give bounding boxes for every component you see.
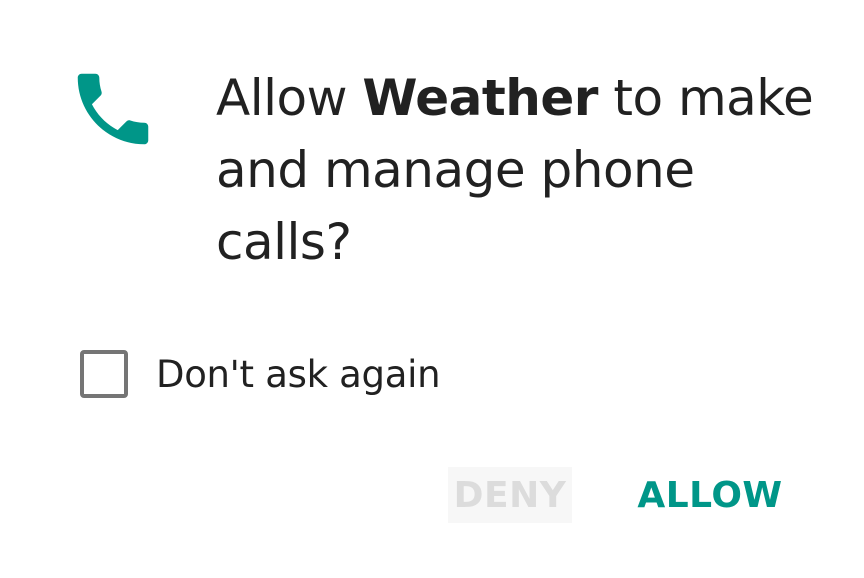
title-prefix: Allow	[216, 69, 363, 127]
dont-ask-again-checkbox[interactable]	[80, 350, 128, 398]
phone-icon-graphic	[77, 73, 149, 145]
deny-button[interactable]: DENY	[448, 467, 572, 523]
phone-icon	[66, 62, 160, 156]
allow-button[interactable]: ALLOW	[630, 467, 790, 523]
dont-ask-again-label: Don't ask again	[156, 352, 441, 396]
app-name: Weather	[362, 69, 598, 127]
dialog-title: Allow Weather to make and manage phone c…	[216, 62, 836, 278]
permission-dialog: Allow Weather to make and manage phone c…	[0, 0, 864, 578]
dont-ask-again-row[interactable]: Don't ask again	[80, 344, 441, 404]
